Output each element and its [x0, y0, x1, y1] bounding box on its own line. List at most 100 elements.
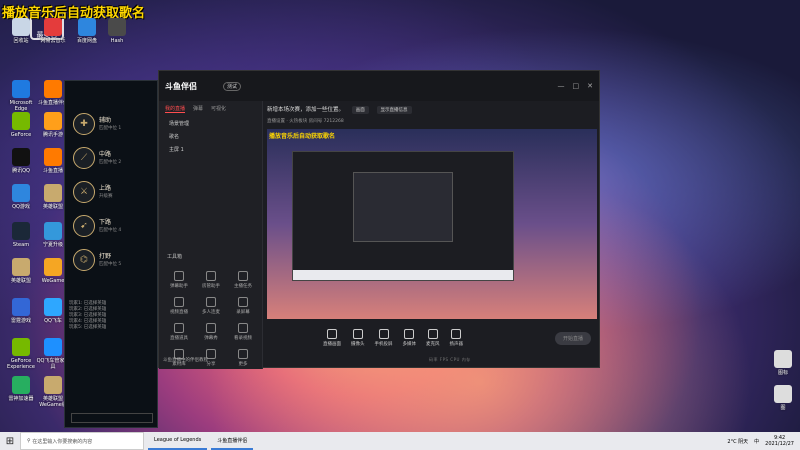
app-icon [12, 222, 30, 240]
tool-label: 看录视频 [234, 336, 252, 341]
role-option[interactable]: ⟋ 中路 匹配中位 2 [73, 147, 121, 169]
desktop-icon[interactable]: Microsoft Edge [4, 80, 38, 112]
desktop-icon[interactable]: 图标 [766, 350, 800, 376]
tab-visual[interactable]: 可视化 [211, 105, 226, 113]
role-option[interactable]: ➹ 下路 匹配中位 4 [73, 215, 121, 237]
tool-label: 视频直播 [170, 310, 188, 315]
role-title: 下路 [99, 219, 112, 226]
start-live-button[interactable]: 开始直播 [554, 331, 591, 345]
clock[interactable]: 9:42 2021/12/27 [765, 435, 794, 447]
header-pill[interactable]: 显示直播信息 [376, 106, 412, 114]
control-button[interactable]: 摄像头 [351, 329, 365, 347]
tool-icon [206, 271, 216, 281]
tool-label: 主播任务 [234, 284, 252, 289]
tab-my-live[interactable]: 我的直播 [165, 105, 186, 113]
role-sub: 匹配中位 1 [99, 126, 122, 131]
tool-button[interactable]: 主播任务 [227, 271, 259, 289]
tool-button[interactable]: 更多 [227, 349, 259, 367]
desktop-icon[interactable]: 图 [766, 385, 800, 411]
app-icon [12, 376, 30, 394]
scene-item[interactable]: 歌名 [159, 130, 262, 143]
control-label: 直播画面 [323, 342, 341, 347]
ime-indicator[interactable]: 中 [754, 438, 759, 445]
control-button[interactable]: 多媒体 [403, 329, 416, 347]
tool-button[interactable]: 弹幕秀 [195, 323, 227, 341]
tool-button[interactable]: 直播道具 [163, 323, 195, 341]
app-icon [44, 148, 62, 166]
tool-button[interactable]: 视频直播 [163, 297, 195, 315]
desktop-icon[interactable]: 雷神加速器 [4, 376, 38, 402]
desktop-icon-label: 图标 [777, 370, 788, 376]
desktop-icon-label: 英雄联盟 [10, 278, 31, 284]
tool-icon [206, 323, 216, 333]
app-icon [774, 385, 792, 403]
streaming-app-window[interactable]: 斗鱼伴侣 测试 — □ ✕ 我的直播 弹幕 可视化 场景管理 歌名 主屏 1 工… [158, 70, 600, 369]
desktop-icon[interactable]: 腾讯QQ [4, 148, 38, 174]
windows-start-icon[interactable]: ⊞ [0, 436, 20, 447]
desktop-icon[interactable]: QQ游戏 [4, 184, 38, 210]
tool-button[interactable]: 弹幕助手 [163, 271, 195, 289]
app-sidebar: 我的直播 弹幕 可视化 场景管理 歌名 主屏 1 工具箱 弹幕助手 房管助手 主播任… [159, 101, 263, 369]
taskbar-search-input[interactable]: ⚲ 在这里输入你要搜索的内容 [20, 432, 144, 450]
chat-line: 玩家5: 已选择英雄 [69, 325, 107, 330]
nested-inner-window [353, 172, 453, 242]
desktop-icon[interactable]: 百度网盘 [70, 18, 104, 44]
role-option[interactable]: ⚔ 上路 升级赛 [73, 181, 113, 203]
app-icon [44, 112, 62, 130]
control-button[interactable]: 直播画面 [323, 329, 341, 347]
app-icon [12, 258, 30, 276]
tool-button[interactable]: 房管助手 [195, 271, 227, 289]
app-icon [44, 184, 62, 202]
app-title-bar[interactable]: 斗鱼伴侣 测试 — □ ✕ [159, 71, 599, 101]
app-logo: 斗鱼伴侣 [165, 82, 197, 91]
tool-label: 弹幕秀 [204, 336, 218, 341]
desktop-icon[interactable]: 回收站 [4, 18, 38, 44]
role-option[interactable]: ⌬ 打野 匹配中位 5 [73, 249, 121, 271]
app-icon [44, 222, 62, 240]
game-chat-input[interactable] [71, 413, 153, 423]
tool-button[interactable]: 多人连麦 [195, 297, 227, 315]
stream-notice: 新增本场次赛，添加一些位置。 [267, 107, 345, 113]
window-controls: — □ ✕ [558, 82, 594, 90]
desktop-icon[interactable]: GeForce Experience [4, 338, 38, 370]
tool-button[interactable]: 看录视频 [227, 323, 259, 341]
control-button[interactable]: 麦克风 [426, 329, 440, 347]
desktop-icon[interactable]: 英雄联盟 [4, 258, 38, 284]
desktop-icon[interactable]: 雷霆游戏 [4, 298, 38, 324]
header-pill[interactable]: 画面 [351, 106, 369, 114]
desktop-icon[interactable]: 网易云音乐 [36, 18, 70, 44]
tutorial-link[interactable]: 斗鱼直播中的伴侣教程 [163, 357, 208, 363]
tool-button[interactable]: 录屏幕 [227, 297, 259, 315]
control-button[interactable]: 手机投屏 [375, 329, 393, 347]
tool-label: 更多 [238, 362, 248, 367]
desktop-icon[interactable]: Hash [100, 18, 134, 44]
desktop-icon-label: GeForce Experience [7, 358, 35, 370]
tool-icon [238, 297, 248, 307]
game-client-window[interactable]: ✚ 辅助 匹配中位 1 ⟋ 中路 匹配中位 2 ⚔ 上路 升级赛 ➹ 下路 匹配中位 4 ⌬ 打野 匹配中位… [64, 80, 158, 428]
role-option[interactable]: ✚ 辅助 匹配中位 1 [73, 113, 121, 135]
minimize-icon[interactable]: — [558, 82, 565, 90]
control-button[interactable]: 扬声器 [450, 329, 463, 347]
tool-label: 弹幕助手 [170, 284, 188, 289]
control-icon [327, 329, 337, 339]
scene-item[interactable]: 场景管理 [159, 117, 262, 130]
scene-item[interactable]: 主屏 1 [159, 143, 262, 156]
weather[interactable]: 2°C 阴天 [727, 438, 748, 445]
control-icon [427, 329, 438, 339]
desktop-icon[interactable]: GeForce [4, 112, 38, 138]
app-icon [12, 112, 30, 130]
stream-preview[interactable]: 播放音乐后自动获取歌名 [267, 129, 597, 319]
taskbar: ⊞ ⚲ 在这里输入你要搜索的内容 League of Legends 斗鱼直播伴… [0, 432, 800, 450]
tab-danmaku[interactable]: 弹幕 [193, 105, 203, 113]
maximize-icon[interactable]: □ [573, 82, 580, 90]
stream-stats: 码率 FPS CPU 内存 [429, 357, 471, 362]
tool-icon [174, 323, 184, 333]
taskbar-app-douyu[interactable]: 斗鱼直播伴侣 [211, 432, 254, 450]
stream-header: 新增本场次赛，添加一些位置。 画面 显示直播信息 直播设置 · 火热板块 房间号… [267, 105, 597, 124]
close-icon[interactable]: ✕ [587, 82, 593, 90]
desktop-icon-label: 网易云音乐 [40, 38, 66, 44]
desktop-icon[interactable]: Steam [4, 222, 38, 248]
tool-icon [238, 271, 248, 281]
tool-label: 房管助手 [202, 284, 220, 289]
taskbar-app-lol[interactable]: League of Legends [148, 432, 208, 450]
